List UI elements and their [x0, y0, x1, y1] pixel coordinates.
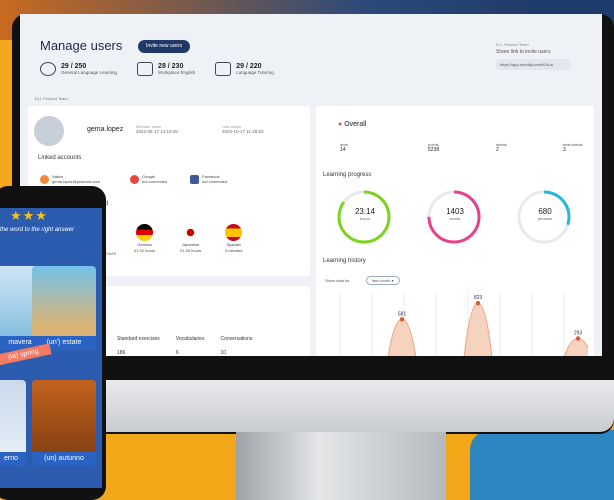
history-value-label: 823	[474, 295, 483, 301]
spain-flag-icon	[225, 224, 243, 241]
stars-rating: ★★★	[10, 208, 48, 223]
globe-icon	[40, 62, 56, 76]
language-german: German 01.32 hours	[134, 224, 155, 253]
avatar	[34, 116, 64, 146]
share-link-field[interactable]: https://app.mondly.com/b2b-w	[496, 59, 570, 70]
account-facebook: Facebook not connected	[190, 174, 227, 184]
german-flag-icon	[136, 224, 154, 241]
points-stat: points 5238	[428, 142, 440, 153]
history-value-label: 581	[398, 311, 407, 317]
streak-stat: streak 2	[496, 142, 507, 153]
range-select[interactable]: last month ▾	[366, 276, 400, 285]
language-spanish: Spanish 0 minutes	[225, 224, 242, 253]
tile-inverno[interactable]: erno	[0, 380, 26, 466]
words-ring-label: 1403 words	[446, 207, 464, 221]
tile-autunno[interactable]: (un) autunno	[32, 380, 96, 466]
best-streak-stat: best streak 3	[563, 142, 583, 153]
history-value-label: 293	[574, 330, 583, 336]
exercise-hint: the word to the right answer	[0, 227, 75, 233]
history-peak	[564, 337, 588, 356]
tile-estate[interactable]: (un') estate	[32, 266, 96, 350]
background-blue	[470, 430, 614, 500]
phrases-ring-label: 680 phrases	[537, 207, 553, 221]
facebook-icon	[190, 174, 199, 184]
native-icon	[40, 174, 49, 184]
account-google: Google not connected	[130, 174, 167, 184]
japan-flag-icon	[182, 224, 200, 241]
exercise-table: Standard exercises Vocabularies Conversati…	[117, 336, 253, 356]
share-panel: ELL Product Team Share link to invite us…	[496, 42, 592, 70]
monitor-stand	[236, 432, 446, 500]
briefcase-icon	[137, 62, 154, 76]
overall-title: ● Overall	[338, 121, 367, 128]
history-point	[575, 336, 581, 341]
level-stat: level 14	[340, 142, 349, 153]
history-chart: 581 823 293	[339, 294, 588, 356]
history-peak	[387, 318, 417, 356]
stat-workplace: 28 / 230 Workplace English	[137, 62, 195, 76]
history-point	[399, 317, 405, 322]
show-data-label: Show data for	[325, 278, 350, 283]
tutor-icon	[215, 62, 232, 76]
stat-tutoring: 29 / 220 Language Tutoring	[215, 62, 274, 76]
stat-general: 29 / 250 General Language Learning	[40, 62, 117, 76]
member-since: Member since 2022-06-17 14:10:25	[136, 124, 178, 134]
first-language-hours: hours	[105, 251, 117, 256]
screen: Manage users Invite new users 29 / 250 Ge…	[20, 14, 602, 356]
page-title: Manage users	[40, 38, 123, 53]
user-name: gema.lopez	[87, 126, 124, 133]
team-label: ELL Product Team	[35, 96, 68, 101]
invite-button[interactable]: Invite new users	[138, 40, 191, 53]
learning-history-title: Learning history	[323, 258, 366, 264]
hours-ring-label: 23:14 hours	[354, 207, 376, 221]
history-point	[475, 300, 481, 306]
language-japanese: Japanese 01.35 hours	[180, 224, 201, 253]
account-native: Native gema.lopez@pearson.com	[40, 174, 100, 184]
google-icon	[130, 174, 139, 184]
linked-accounts-title: Linked accounts	[38, 155, 82, 161]
last-action: Last action 2023-10-17 11:25:53	[222, 124, 264, 134]
learning-progress-title: Learning progress	[323, 172, 372, 178]
license-stats: 29 / 250 General Language Learning 28 / 2…	[40, 62, 274, 76]
